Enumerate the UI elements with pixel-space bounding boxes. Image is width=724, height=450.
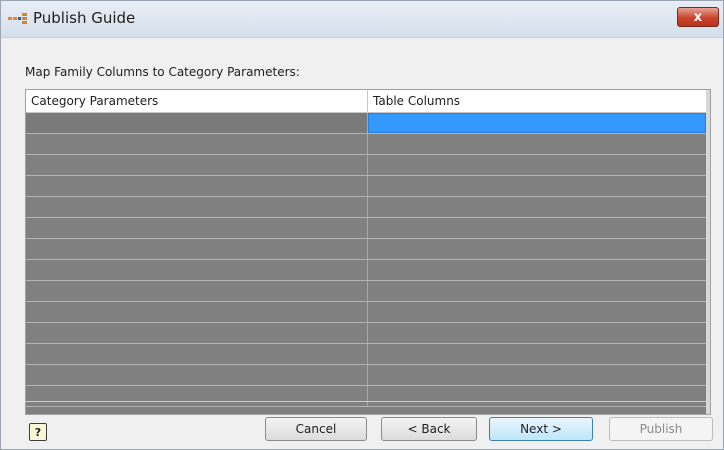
category-parameter-cell[interactable] (26, 323, 368, 343)
category-parameter-cell[interactable] (26, 365, 368, 385)
table-column-cell[interactable] (368, 365, 706, 385)
map-columns-label: Map Family Columns to Category Parameter… (25, 65, 300, 79)
table-row[interactable] (26, 386, 706, 407)
table-column-cell[interactable] (368, 218, 706, 238)
close-icon: x (693, 9, 703, 25)
category-parameter-cell[interactable] (26, 302, 368, 322)
table-column-cell[interactable] (368, 302, 706, 322)
publish-button[interactable]: Publish (609, 417, 713, 441)
table-row[interactable] (26, 281, 706, 302)
table-column-cell[interactable] (368, 155, 706, 175)
help-icon: ? (34, 425, 42, 439)
dialog-content: Map Family Columns to Category Parameter… (1, 38, 723, 449)
mapping-grid[interactable]: Category Parameters Table Columns (25, 89, 711, 415)
grid-header: Category Parameters Table Columns (26, 90, 710, 113)
category-parameter-cell[interactable] (26, 113, 368, 133)
table-row[interactable] (26, 260, 706, 281)
category-parameter-cell[interactable] (26, 176, 368, 196)
column-header-table-columns[interactable]: Table Columns (368, 90, 706, 112)
category-parameter-cell[interactable] (26, 155, 368, 175)
category-parameter-cell[interactable] (26, 218, 368, 238)
table-row[interactable] (26, 155, 706, 176)
category-parameter-cell[interactable] (26, 281, 368, 301)
window-title: Publish Guide (33, 9, 136, 27)
table-row[interactable] (26, 176, 706, 197)
table-row[interactable] (26, 113, 706, 134)
table-row[interactable] (26, 218, 706, 239)
table-row[interactable] (26, 134, 706, 155)
table-column-cell[interactable] (368, 323, 706, 343)
category-parameter-cell[interactable] (26, 386, 368, 406)
category-parameter-cell[interactable] (26, 239, 368, 259)
grid-scrollbar[interactable] (706, 90, 710, 414)
table-row[interactable] (26, 197, 706, 218)
table-row[interactable] (26, 302, 706, 323)
table-column-cell[interactable] (368, 281, 706, 301)
next-button[interactable]: Next > (489, 417, 593, 441)
table-column-cell[interactable] (368, 176, 706, 196)
table-row[interactable] (26, 239, 706, 260)
cancel-button[interactable]: Cancel (265, 417, 367, 441)
category-parameter-cell[interactable] (26, 260, 368, 280)
table-column-cell[interactable] (368, 344, 706, 364)
close-button[interactable]: x (677, 7, 719, 27)
title-bar[interactable]: Publish Guide x (1, 1, 723, 38)
table-column-cell[interactable] (368, 197, 706, 217)
publish-guide-icon (8, 13, 27, 24)
table-column-cell[interactable] (368, 260, 706, 280)
grid-body (26, 113, 706, 414)
category-parameter-cell[interactable] (26, 344, 368, 364)
table-column-cell[interactable] (368, 239, 706, 259)
table-column-cell[interactable] (368, 386, 706, 406)
back-button[interactable]: < Back (381, 417, 477, 441)
category-parameter-cell[interactable] (26, 134, 368, 154)
table-row[interactable] (26, 344, 706, 365)
table-column-cell[interactable] (368, 113, 706, 133)
publish-guide-window: Publish Guide x Map Family Columns to Ca… (0, 0, 724, 450)
category-parameter-cell[interactable] (26, 197, 368, 217)
table-row[interactable] (26, 365, 706, 386)
help-button[interactable]: ? (29, 423, 47, 441)
table-column-cell[interactable] (368, 134, 706, 154)
column-header-category-parameters[interactable]: Category Parameters (26, 90, 368, 112)
footer-divider (25, 401, 711, 402)
table-row[interactable] (26, 323, 706, 344)
